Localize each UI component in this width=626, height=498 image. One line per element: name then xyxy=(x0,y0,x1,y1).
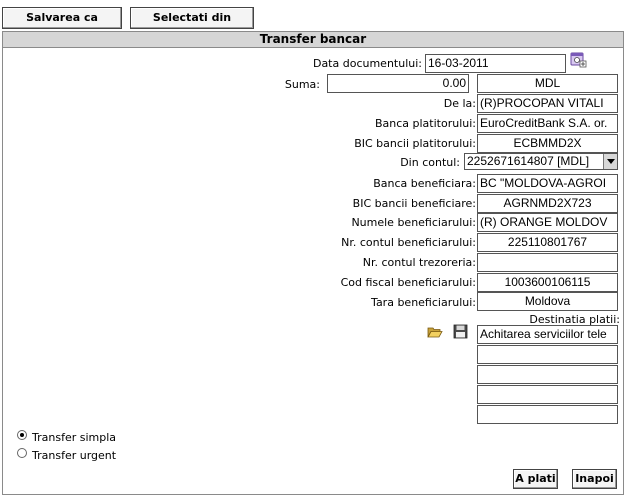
open-folder-icon[interactable] xyxy=(427,324,443,340)
select-template-button[interactable]: Selectati din mostra xyxy=(130,7,254,44)
payer-bic-field: ECBMMD2X xyxy=(477,134,618,153)
beneficiary-bic-input[interactable]: AGRNMD2X723 xyxy=(477,194,618,213)
transfer-simple-label: Transfer simpla xyxy=(32,431,117,444)
purpose-line-4[interactable] xyxy=(477,385,618,404)
transfer-urgent-label: Transfer urgent xyxy=(32,449,117,462)
date-input[interactable]: 16-03-2011 xyxy=(425,54,566,73)
transfer-urgent-radio[interactable] xyxy=(17,448,27,458)
treasury-account-input[interactable] xyxy=(477,253,618,272)
date-label: Data documentului: xyxy=(312,57,422,70)
payer-bank-field: EuroCreditBank S.A. or. xyxy=(477,114,618,133)
account-select[interactable]: 2252671614807 [MDL] xyxy=(464,153,618,170)
back-button[interactable]: Inapoi xyxy=(572,469,617,489)
beneficiary-bank-input[interactable]: BC "MOLDOVA-AGROI xyxy=(477,174,618,193)
panel-title: Transfer bancar xyxy=(3,32,623,48)
chevron-down-icon[interactable] xyxy=(603,154,617,169)
currency-field: MDL xyxy=(477,74,618,93)
payer-bank-label: Banca platitorului: xyxy=(374,117,476,130)
transfer-simple-radio[interactable] xyxy=(17,430,27,440)
beneficiary-bic-label: BIC bancii beneficiare: xyxy=(352,197,476,210)
pay-button[interactable]: A plati xyxy=(513,469,558,489)
calendar-icon[interactable] xyxy=(570,51,587,68)
save-template-button[interactable]: Salvarea ca mostra xyxy=(2,7,122,44)
purpose-line-1[interactable]: Achitarea serviciilor tele xyxy=(477,325,618,344)
beneficiary-account-input[interactable]: 225110801767 xyxy=(477,233,618,252)
account-label: Din contul: xyxy=(400,156,460,169)
treasury-account-label: Nr. contul trezoreria: xyxy=(362,256,476,269)
payer-bic-label: BIC bancii platitorului: xyxy=(354,137,476,150)
purpose-line-3[interactable] xyxy=(477,365,618,384)
beneficiary-name-input[interactable]: (R) ORANGE MOLDOV xyxy=(477,213,618,232)
floppy-disk-icon[interactable] xyxy=(453,324,468,339)
beneficiary-bank-label: Banca beneficiara: xyxy=(373,177,476,190)
purpose-line-2[interactable] xyxy=(477,345,618,364)
country-label: Tara beneficiarului: xyxy=(371,296,476,309)
fiscal-code-input[interactable]: 1003600106115 xyxy=(477,273,618,292)
country-input[interactable]: Moldova xyxy=(477,292,618,311)
sum-input[interactable]: 0.00 xyxy=(327,74,469,93)
from-field: (R)PROCOPAN VITALI xyxy=(477,94,618,113)
beneficiary-account-label: Nr. contul beneficiarului: xyxy=(341,236,476,249)
purpose-line-5[interactable] xyxy=(477,405,618,424)
sum-label: Suma: xyxy=(284,78,320,91)
beneficiary-name-label: Numele beneficiarului: xyxy=(351,216,476,229)
from-label: De la: xyxy=(443,97,476,110)
account-select-value: 2252671614807 [MDL] xyxy=(467,154,590,168)
fiscal-code-label: Cod fiscal beneficiarului: xyxy=(340,276,476,289)
